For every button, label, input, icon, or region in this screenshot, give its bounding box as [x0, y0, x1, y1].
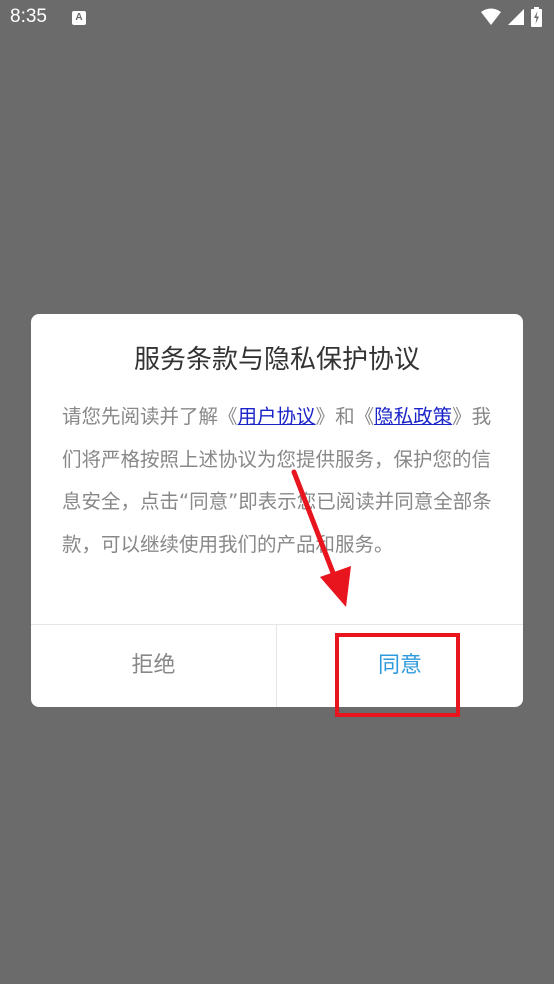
annotation-arrow: [291, 469, 351, 607]
